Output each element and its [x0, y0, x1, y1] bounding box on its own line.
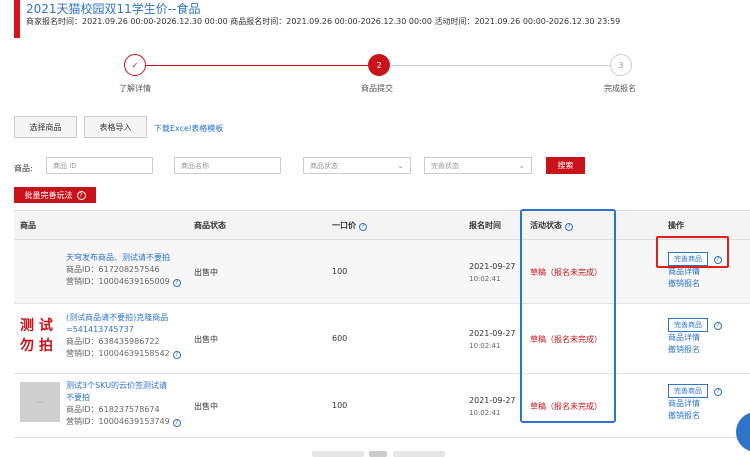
- header-product-status: 商品状态: [194, 221, 226, 230]
- header-product: 商品: [20, 221, 36, 230]
- marketing-id: 营销ID：10004639165009?: [66, 276, 181, 288]
- complete-goods-button[interactable]: 完善商品: [668, 318, 708, 332]
- product-id-input[interactable]: 商品 ID: [46, 157, 153, 174]
- question-icon: ?: [359, 222, 367, 231]
- product-info: 测试3个SKU的云价签测试请 不要拍 商品ID：618237578674 营销I…: [66, 380, 181, 428]
- product-table: 商品 商品状态 一口价? 报名时间 活动状态? 操作 天穹发布商品、测试请不要拍…: [14, 210, 750, 457]
- signup-clock: 10:02:41: [469, 275, 501, 283]
- pagination-page[interactable]: [369, 451, 387, 457]
- operations: 完善商品? 商品详情 撤销报名: [668, 318, 722, 356]
- operations: 完善商品? 商品详情 撤销报名: [668, 384, 722, 422]
- price: 600: [332, 334, 348, 343]
- step-1-check-icon: ✓: [124, 54, 146, 76]
- product-status: 出售中: [194, 335, 218, 344]
- thumb-text-1: 测 试: [20, 318, 53, 334]
- download-template-link[interactable]: 下载Excel表格模板: [154, 123, 223, 134]
- complete-goods-highlight: [656, 236, 729, 268]
- chevron-down-icon: ⌄: [518, 161, 525, 170]
- batch-complete-label: 批量完善玩法: [24, 190, 73, 200]
- step-3-circle: 3: [610, 54, 632, 76]
- signup-date: 2021-09-27: [469, 329, 516, 338]
- product-name-link[interactable]: (测试商品请不要拍)克隆商品: [66, 312, 181, 324]
- step-1-label: 了解详情: [119, 84, 151, 93]
- product-name-link[interactable]: 测试3个SKU的云价签测试请: [66, 380, 181, 392]
- marketing-id-value: 营销ID：10004639153749: [66, 417, 170, 426]
- signup-clock: 10:02:41: [469, 342, 501, 350]
- price: 100: [332, 401, 348, 410]
- pagination-next[interactable]: [393, 451, 445, 457]
- cancel-signup-link[interactable]: 撤销报名: [668, 278, 722, 290]
- step-2-label: 商品提交: [361, 84, 393, 93]
- activity-status-highlight: [520, 209, 616, 423]
- signup-date: 2021-09-27: [469, 396, 516, 405]
- signup-time: 2021-09-27 10:02:41: [469, 328, 516, 352]
- batch-complete-button[interactable]: 批量完善玩法 ?: [14, 187, 96, 203]
- page: 2021天猫校园双11学生价--食品 商家报名时间：2021.09.26 00:…: [0, 0, 750, 457]
- signup-date: 2021-09-27: [469, 262, 516, 271]
- completion-status-placeholder: 完善状态: [431, 161, 459, 170]
- search-button[interactable]: 搜索: [546, 157, 585, 174]
- cancel-signup-link[interactable]: 撤销报名: [668, 344, 722, 356]
- header-operation: 操作: [668, 221, 684, 230]
- pagination-prev[interactable]: [312, 451, 364, 457]
- question-icon: ?: [172, 279, 181, 287]
- table-row: 天穹发布商品、测试请不要拍 商品ID：617208257546 营销ID：100…: [14, 240, 750, 304]
- chevron-down-icon: ⌄: [397, 161, 404, 170]
- marketing-id-value: 营销ID：10004639158542: [66, 349, 170, 358]
- question-icon: ?: [714, 387, 722, 396]
- question-icon: ?: [76, 190, 86, 200]
- product-thumbnail: 测 试 勿 拍: [20, 316, 64, 356]
- page-title: 2021天猫校园双11学生价--食品: [26, 2, 201, 16]
- step-line-done: [146, 65, 368, 66]
- product-name-link[interactable]: 天穹发布商品、测试请不要拍: [66, 252, 181, 264]
- signup-time: 2021-09-27 10:02:41: [469, 395, 516, 419]
- select-goods-button[interactable]: 选择商品: [14, 116, 77, 138]
- table-header: 商品 商品状态 一口价? 报名时间 活动状态? 操作: [14, 211, 750, 240]
- question-icon: ?: [172, 351, 181, 359]
- product-detail-link[interactable]: 商品详情: [668, 332, 722, 344]
- step-line-pending: [390, 65, 610, 66]
- product-id: 商品ID：638435986722: [66, 337, 160, 346]
- price: 100: [332, 267, 348, 276]
- step-3-label: 完成报名: [604, 84, 636, 93]
- question-icon: ?: [172, 419, 181, 427]
- question-icon: ?: [714, 321, 722, 330]
- product-thumbnail: [20, 252, 60, 292]
- product-info: (测试商品请不要拍)克隆商品 =541413745737 商品ID：638435…: [66, 312, 181, 360]
- product-status-select[interactable]: 商品状态 ⌄: [303, 157, 411, 174]
- product-detail-link[interactable]: 商品详情: [668, 398, 722, 410]
- title-accent-bar: [14, 0, 20, 38]
- product-name-input[interactable]: 商品名称: [174, 157, 281, 174]
- complete-goods-button[interactable]: 完善商品: [668, 384, 708, 398]
- table-row: 测 试 勿 拍 (测试商品请不要拍)克隆商品 =541413745737 商品I…: [14, 304, 750, 374]
- header-price: 一口价?: [332, 220, 367, 231]
- signup-time: 2021-09-27 10:02:41: [469, 261, 516, 285]
- filter-label: 商品:: [14, 164, 33, 173]
- product-name-link-line2[interactable]: 不要拍: [66, 392, 181, 404]
- cancel-signup-link[interactable]: 撤销报名: [668, 410, 722, 422]
- header-price-label: 一口价: [332, 221, 356, 230]
- signup-clock: 10:02:41: [469, 409, 501, 417]
- completion-status-select[interactable]: 完善状态 ⌄: [424, 157, 532, 174]
- step-2-circle: 2: [368, 54, 390, 76]
- product-id: 商品ID：617208257546: [66, 265, 160, 274]
- thumb-text-2: 勿 拍: [20, 338, 53, 354]
- marketing-id-value: 营销ID：10004639165009: [66, 277, 170, 286]
- table-row: ··· 测试3个SKU的云价签测试请 不要拍 商品ID：618237578674…: [14, 374, 750, 438]
- activity-time-info: 商家报名时间：2021.09.26 00:00-2026.12.30 00:00…: [26, 17, 621, 26]
- product-info: 天穹发布商品、测试请不要拍 商品ID：617208257546 营销ID：100…: [66, 252, 181, 288]
- product-name-link-line2[interactable]: =541413745737: [66, 324, 181, 336]
- table-import-button[interactable]: 表格导入: [84, 116, 147, 138]
- product-id: 商品ID：618237578674: [66, 405, 160, 414]
- product-status: 出售中: [194, 402, 218, 411]
- product-status: 出售中: [194, 268, 218, 277]
- header-signup-time: 报名时间: [469, 221, 501, 230]
- marketing-id: 营销ID：10004639158542?: [66, 348, 181, 360]
- product-thumbnail: ···: [20, 382, 60, 422]
- product-status-placeholder: 商品状态: [310, 161, 338, 170]
- marketing-id: 营销ID：10004639153749?: [66, 416, 181, 428]
